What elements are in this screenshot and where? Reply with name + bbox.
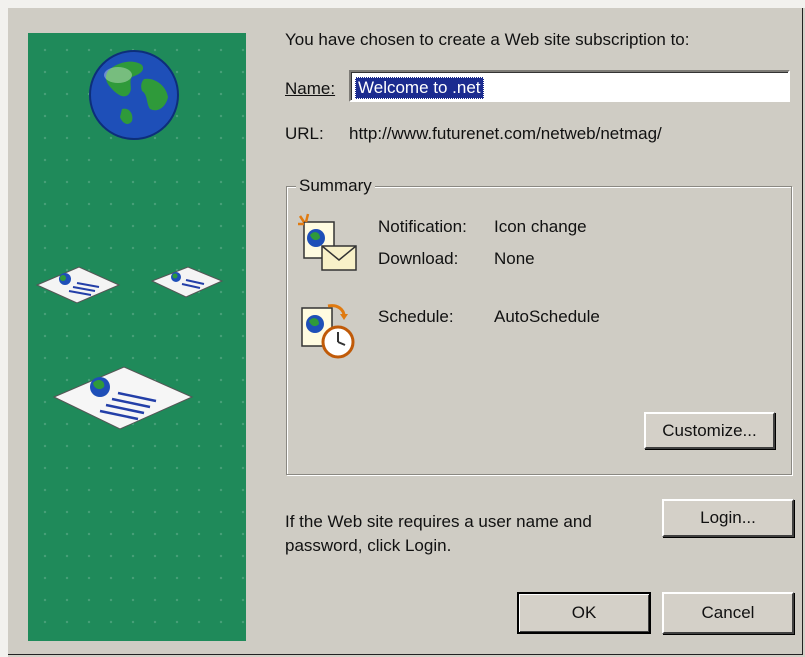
- web-page-card-icon: [52, 366, 194, 430]
- ok-button-label: OK: [571, 603, 597, 622]
- download-value: None: [494, 249, 535, 268]
- login-prompt-line2: password, click Login.: [285, 536, 452, 555]
- cancel-button[interactable]: Cancel: [662, 592, 794, 634]
- notification-label: Notification:: [378, 217, 467, 236]
- name-label-text: Name:: [285, 79, 336, 98]
- notification-value: Icon change: [494, 217, 587, 236]
- wizard-illustration-panel: [28, 33, 246, 641]
- url-value: http://www.futurenet.com/netweb/netmag/: [349, 124, 662, 143]
- summary-legend: Summary: [296, 176, 375, 196]
- notification-mail-icon: [298, 213, 357, 271]
- web-page-card-icon: [35, 266, 121, 304]
- login-button-label: Login...: [700, 508, 756, 527]
- web-page-card-icon: [150, 266, 224, 298]
- globe-icon: [89, 50, 179, 140]
- intro-text: You have chosen to create a Web site sub…: [285, 30, 690, 49]
- name-input[interactable]: Welcome to .net: [349, 70, 790, 102]
- customize-button-label: Customize...: [662, 420, 757, 440]
- window-edge-top: [0, 0, 805, 8]
- ok-button[interactable]: OK: [517, 592, 651, 634]
- name-input-value: Welcome to .net: [355, 77, 484, 99]
- schedule-clock-icon: [301, 304, 355, 359]
- name-label: Name:: [285, 79, 335, 99]
- schedule-value: AutoSchedule: [494, 307, 600, 326]
- cancel-button-label: Cancel: [701, 603, 755, 622]
- login-prompt-line1: If the Web site requires a user name and: [285, 512, 592, 531]
- download-label: Download:: [378, 249, 459, 268]
- customize-button[interactable]: Customize...: [644, 412, 775, 449]
- login-prompt: If the Web site requires a user name and…: [285, 510, 645, 558]
- url-label: URL:: [285, 124, 324, 143]
- login-button[interactable]: Login...: [662, 499, 794, 537]
- window-edge-left: [0, 0, 8, 657]
- schedule-label: Schedule:: [378, 307, 454, 326]
